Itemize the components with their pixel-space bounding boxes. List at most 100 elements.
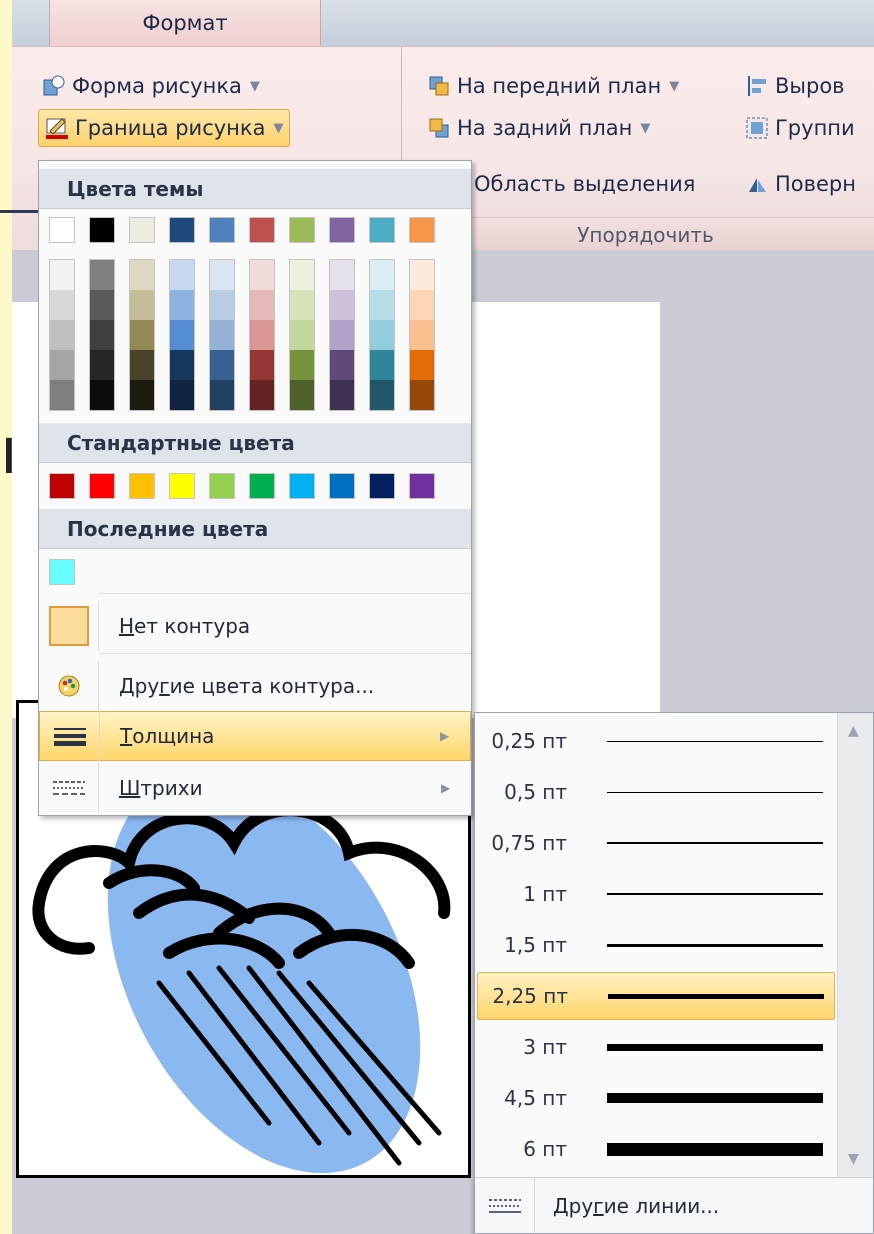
- tab-format[interactable]: Формат: [49, 0, 321, 46]
- bring-forward-button[interactable]: На передний план ▼: [427, 67, 679, 105]
- theme-shade-swatch[interactable]: [210, 350, 234, 380]
- theme-shade-swatch[interactable]: [330, 290, 354, 320]
- scroll-up-icon[interactable]: ▲: [848, 723, 859, 739]
- weight-option-label: 6 пт: [523, 1137, 567, 1161]
- theme-shade-swatch[interactable]: [290, 380, 314, 410]
- theme-shade-swatch[interactable]: [170, 350, 194, 380]
- theme-shade-swatch[interactable]: [290, 290, 314, 320]
- theme-shade-swatch[interactable]: [410, 350, 434, 380]
- standard-color-swatch[interactable]: [49, 473, 75, 499]
- theme-shade-swatch[interactable]: [130, 290, 154, 320]
- theme-shade-swatch[interactable]: [210, 380, 234, 410]
- theme-shade-swatch[interactable]: [130, 320, 154, 350]
- theme-shade-swatch[interactable]: [410, 320, 434, 350]
- more-lines-item[interactable]: Другие линии...: [475, 1177, 873, 1234]
- weight-option[interactable]: 4,5 пт: [477, 1074, 835, 1122]
- theme-shade-swatch[interactable]: [330, 380, 354, 410]
- theme-shade-swatch[interactable]: [250, 380, 274, 410]
- theme-shade-swatch[interactable]: [50, 380, 74, 410]
- theme-shade-swatch[interactable]: [370, 320, 394, 350]
- theme-shade-swatch[interactable]: [50, 290, 74, 320]
- standard-color-swatch[interactable]: [129, 473, 155, 499]
- theme-shade-swatch[interactable]: [370, 260, 394, 290]
- theme-shade-swatch[interactable]: [370, 290, 394, 320]
- theme-color-swatch[interactable]: [369, 217, 395, 243]
- recent-color-swatch[interactable]: [49, 559, 75, 585]
- theme-shade-swatch[interactable]: [290, 320, 314, 350]
- theme-shade-swatch[interactable]: [330, 320, 354, 350]
- theme-shade-swatch[interactable]: [170, 320, 194, 350]
- theme-shade-swatch[interactable]: [50, 320, 74, 350]
- theme-shade-swatch[interactable]: [370, 380, 394, 410]
- theme-shade-swatch[interactable]: [210, 260, 234, 290]
- theme-shade-swatch[interactable]: [130, 350, 154, 380]
- weight-option[interactable]: 3 пт: [477, 1023, 835, 1071]
- theme-shade-swatch[interactable]: [290, 350, 314, 380]
- theme-color-swatch[interactable]: [209, 217, 235, 243]
- theme-shade-swatch[interactable]: [90, 380, 114, 410]
- standard-color-swatch[interactable]: [409, 473, 435, 499]
- theme-shade-swatch[interactable]: [410, 290, 434, 320]
- no-outline-item[interactable]: Нет контура: [39, 601, 471, 651]
- weight-option[interactable]: 0,25 пт: [477, 717, 835, 765]
- theme-color-swatch[interactable]: [169, 217, 195, 243]
- weight-option[interactable]: 0,5 пт: [477, 768, 835, 816]
- theme-shade-swatch[interactable]: [90, 320, 114, 350]
- weight-option[interactable]: 1 пт: [477, 870, 835, 918]
- theme-shade-swatch[interactable]: [290, 260, 314, 290]
- standard-color-swatch[interactable]: [369, 473, 395, 499]
- rotate-button[interactable]: Поверн: [745, 165, 856, 203]
- dashes-item[interactable]: Штрихи ▶: [39, 763, 471, 813]
- theme-shade-swatch[interactable]: [90, 290, 114, 320]
- scroll-down-icon[interactable]: ▼: [848, 1151, 859, 1167]
- align-button[interactable]: Выров: [745, 67, 845, 105]
- theme-shade-swatch[interactable]: [210, 320, 234, 350]
- theme-color-swatch[interactable]: [289, 217, 315, 243]
- standard-color-swatch[interactable]: [169, 473, 195, 499]
- picture-border-button[interactable]: Граница рисунка ▼: [38, 109, 291, 147]
- theme-shade-swatch[interactable]: [130, 260, 154, 290]
- theme-shade-swatch[interactable]: [170, 260, 194, 290]
- group-icon: [746, 117, 768, 139]
- theme-shade-swatch[interactable]: [330, 350, 354, 380]
- standard-color-swatch[interactable]: [249, 473, 275, 499]
- weight-scrollbar[interactable]: ▲ ▼: [837, 713, 873, 1177]
- theme-color-swatch[interactable]: [129, 217, 155, 243]
- selection-pane-button[interactable]: Область выделения: [474, 165, 695, 203]
- theme-shade-swatch[interactable]: [90, 260, 114, 290]
- theme-color-swatch[interactable]: [49, 217, 75, 243]
- theme-shade-swatch[interactable]: [50, 350, 74, 380]
- weight-option-label: 0,25 пт: [491, 729, 567, 753]
- standard-color-swatch[interactable]: [289, 473, 315, 499]
- theme-color-swatch[interactable]: [409, 217, 435, 243]
- theme-shade-swatch[interactable]: [410, 380, 434, 410]
- weight-option[interactable]: 2,25 пт: [477, 972, 835, 1020]
- theme-color-swatch[interactable]: [249, 217, 275, 243]
- theme-shade-swatch[interactable]: [250, 290, 274, 320]
- more-outline-colors-item[interactable]: Другие цвета контура...: [39, 661, 471, 711]
- standard-color-swatch[interactable]: [209, 473, 235, 499]
- weight-item[interactable]: Толщина ▶: [39, 711, 471, 761]
- theme-color-swatch[interactable]: [329, 217, 355, 243]
- theme-shade-swatch[interactable]: [170, 290, 194, 320]
- theme-shade-swatch[interactable]: [50, 260, 74, 290]
- standard-color-swatch[interactable]: [329, 473, 355, 499]
- theme-shade-swatch[interactable]: [250, 350, 274, 380]
- theme-shade-swatch[interactable]: [90, 350, 114, 380]
- theme-shade-swatch[interactable]: [170, 380, 194, 410]
- theme-color-swatch[interactable]: [89, 217, 115, 243]
- theme-shade-swatch[interactable]: [250, 320, 274, 350]
- theme-shade-swatch[interactable]: [330, 260, 354, 290]
- theme-shade-swatch[interactable]: [250, 260, 274, 290]
- weight-option[interactable]: 1,5 пт: [477, 921, 835, 969]
- standard-color-swatch[interactable]: [89, 473, 115, 499]
- group-button[interactable]: Группи: [745, 109, 855, 147]
- picture-shape-button[interactable]: Форма рисунка ▼: [42, 67, 260, 105]
- theme-shade-swatch[interactable]: [410, 260, 434, 290]
- weight-option[interactable]: 6 пт: [477, 1125, 835, 1173]
- theme-shade-swatch[interactable]: [130, 380, 154, 410]
- theme-shade-swatch[interactable]: [210, 290, 234, 320]
- theme-shade-swatch[interactable]: [370, 350, 394, 380]
- send-backward-button[interactable]: На задний план ▼: [427, 109, 650, 147]
- weight-option[interactable]: 0,75 пт: [477, 819, 835, 867]
